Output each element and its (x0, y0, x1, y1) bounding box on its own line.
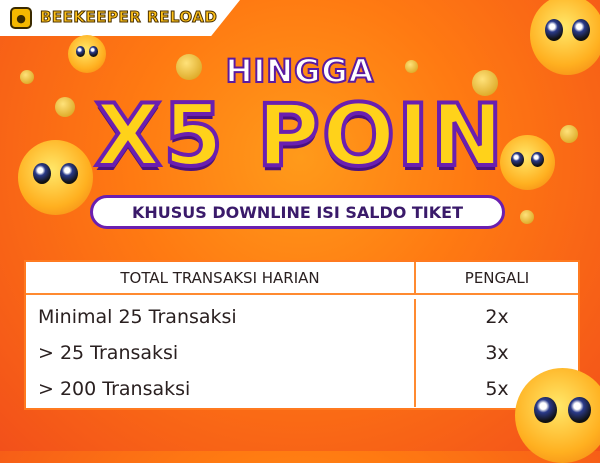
condition-cell: > 200 Transaksi (26, 371, 416, 407)
table-header: TOTAL TRANSAKSI HARIAN PENGALI (26, 262, 578, 295)
table-row: Minimal 25 Transaksi 2x (26, 299, 578, 335)
header-pengali: PENGALI (464, 268, 530, 287)
multiplier-table: TOTAL TRANSAKSI HARIAN PENGALI Minimal 2… (24, 260, 580, 410)
condition-cell: Minimal 25 Transaksi (26, 299, 416, 335)
headline-pre: HINGGA (225, 51, 375, 91)
bee-logo-icon: ● (10, 7, 32, 29)
emoji-face-icon (515, 368, 600, 463)
table-row: > 200 Transaksi 5x (26, 371, 578, 407)
multiplier-cell: 3x (485, 342, 509, 364)
subtitle-pill: KHUSUS DOWNLINE ISI SALDO TIKET (90, 195, 505, 229)
header-total-transaksi: TOTAL TRANSAKSI HARIAN (26, 262, 416, 293)
table-row: > 25 Transaksi 3x (26, 335, 578, 371)
multiplier-cell: 2x (485, 306, 509, 328)
coin-icon (520, 210, 534, 224)
condition-cell: > 25 Transaksi (26, 335, 416, 371)
headline-main: X5 POIN (93, 84, 506, 188)
brand-name: BEEKEEPER RELOAD (39, 8, 218, 27)
